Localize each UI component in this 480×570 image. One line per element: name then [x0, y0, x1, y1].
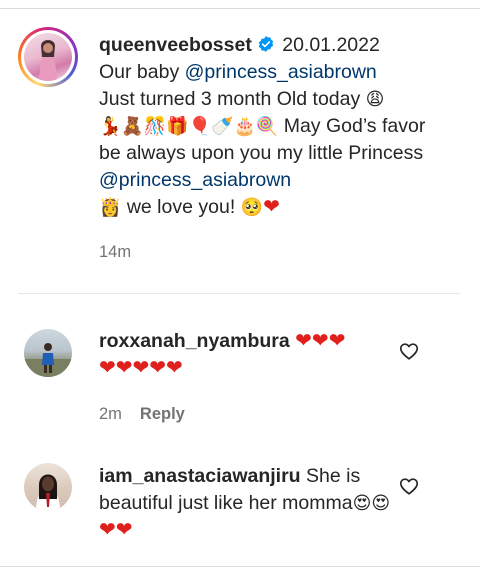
heart-outline-icon[interactable]: [398, 340, 420, 362]
comment-username-2[interactable]: iam_anastaciawanjiru: [99, 465, 301, 487]
celebration-emoji-row: 💃🧸🎊🎁🎈🍼🎂🍭: [99, 116, 279, 137]
mention-link-1[interactable]: @princess_asiabrown: [185, 61, 377, 83]
top-divider: [0, 8, 480, 9]
comment-body-2: iam_anastaciawanjiru She is beautiful ju…: [99, 463, 399, 544]
post-caption: queenveebosset 20.01.2022 Our baby @prin…: [99, 32, 439, 221]
pleading-face-emoji: 🥺: [240, 197, 264, 218]
heart-outline-icon[interactable]: [398, 475, 420, 497]
caption-text-2: Just turned 3 month Old today: [99, 88, 366, 110]
caption-text-4: we love you!: [121, 196, 241, 218]
heart-emojis-line1: ❤❤❤: [295, 330, 346, 352]
comment-timestamp-1: 2m: [99, 405, 122, 423]
post-owner-avatar-photo: [24, 33, 72, 81]
post-owner-avatar[interactable]: [18, 27, 78, 87]
comment-avatar-anastacia[interactable]: [24, 463, 72, 511]
reply-button[interactable]: Reply: [140, 405, 185, 423]
post-date: 20.01.2022: [282, 34, 380, 56]
bottom-divider: [0, 566, 480, 567]
comment-body-1: roxxanah_nyambura ❤❤❤ ❤❤❤❤❤: [99, 328, 399, 382]
heart-emojis-line2: ❤❤❤❤❤: [99, 357, 183, 379]
post-timestamp: 14m: [99, 243, 132, 261]
heart-emojis-2: ❤❤: [99, 519, 133, 541]
comment-meta-1: 2m Reply: [99, 405, 185, 424]
caption-divider: [18, 293, 460, 294]
weary-face-emoji: 😩: [365, 89, 385, 110]
comment-username-1[interactable]: roxxanah_nyambura: [99, 330, 290, 352]
comment-avatar-roxxanah[interactable]: [24, 329, 72, 377]
princess-emoji: 👸: [99, 197, 122, 218]
post-owner-username[interactable]: queenveebosset: [99, 34, 252, 56]
heart-eyes-emojis: 😍😍: [352, 493, 391, 514]
caption-text-1: Our baby: [99, 61, 185, 83]
post-meta: 14m: [99, 243, 131, 262]
red-heart-emoji: ❤: [263, 196, 280, 218]
verified-badge-icon: [258, 36, 273, 52]
mention-link-2[interactable]: @princess_asiabrown: [99, 169, 291, 191]
